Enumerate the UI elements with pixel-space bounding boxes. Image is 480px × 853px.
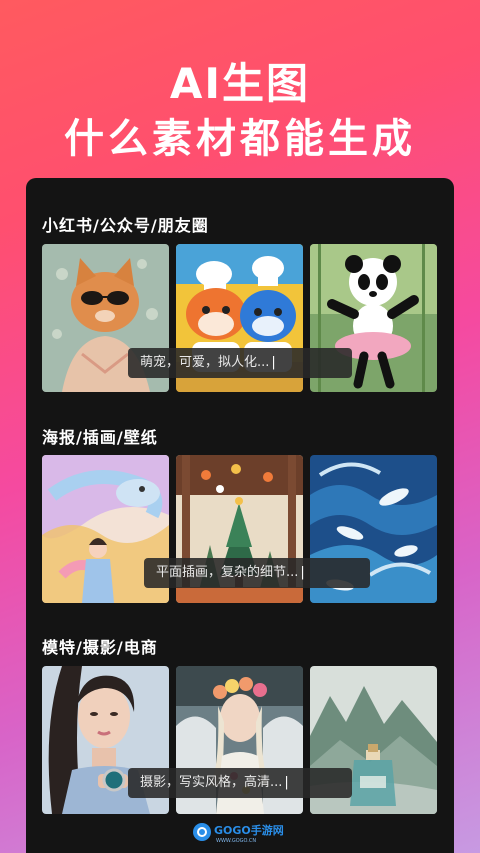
prompt-text: 萌宠，可爱，拟人化...	[140, 355, 270, 370]
svg-text:GOGO手游网: GOGO手游网	[214, 823, 284, 837]
section-title-poster: 海报/插画/壁纸	[42, 428, 158, 447]
svg-text:WWW.GOGO.CN: WWW.GOGO.CN	[216, 838, 256, 844]
prompt-chip-photo: 摄影，写实风格，高清... |	[128, 768, 352, 798]
prompt-chip-poster: 平面插画，复杂的细节... |	[144, 558, 370, 588]
headline-title: AI生图	[169, 59, 311, 108]
section-title-photo: 模特/摄影/电商	[42, 638, 158, 657]
prompt-text: 平面插画，复杂的细节...	[156, 565, 299, 580]
showcase-panel: 小红书/公众号/朋友圈 萌宠，可爱，拟人化... | 海报/插画/壁纸 平面插画…	[26, 178, 454, 853]
text-cursor-icon: |	[271, 355, 276, 370]
section-title-social: 小红书/公众号/朋友圈	[42, 216, 209, 235]
watermark-logo: GOGO手游网 WWW.GOGO.CN	[192, 820, 292, 844]
prompt-chip-social: 萌宠，可爱，拟人化... |	[128, 348, 352, 378]
text-cursor-icon: |	[300, 565, 305, 580]
headline-subtitle: 什么素材都能生成	[64, 116, 416, 162]
text-cursor-icon: |	[284, 775, 289, 790]
prompt-text: 摄影，写实风格，高清...	[140, 775, 283, 790]
